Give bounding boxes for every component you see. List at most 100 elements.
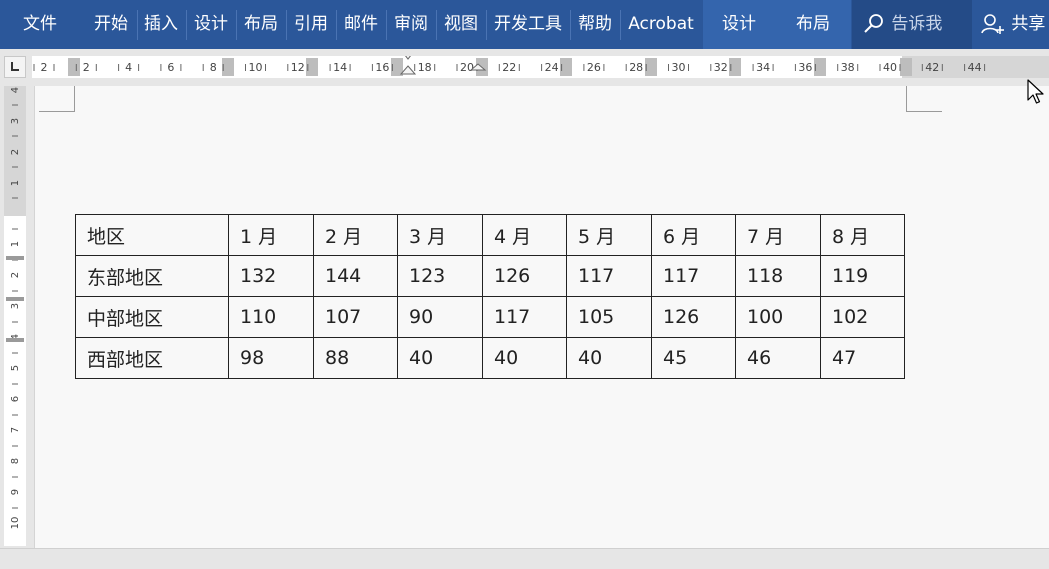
tab-table-design[interactable]: 设计 xyxy=(708,0,770,49)
ruler-number: 42 xyxy=(925,61,939,74)
share-button[interactable]: 共享 xyxy=(980,0,1045,49)
value-cell[interactable]: 117 xyxy=(482,296,567,338)
column-marker xyxy=(900,58,912,76)
ruler-number: 5 xyxy=(10,365,21,371)
region-cell[interactable]: 西部地区 xyxy=(75,337,229,379)
person-add-icon xyxy=(980,14,1006,34)
tell-me-label: 告诉我 xyxy=(891,14,943,34)
ruler-number: 9 xyxy=(10,489,21,495)
tab-insert[interactable]: 插入 xyxy=(139,0,183,49)
ruler-number: 1 xyxy=(10,241,21,247)
tab-divider xyxy=(137,10,138,40)
ruler-number: 44 xyxy=(968,61,982,74)
ruler-number: 4 xyxy=(125,61,132,74)
ruler-number: 30 xyxy=(672,61,686,74)
table-header-cell[interactable]: 6 月 xyxy=(651,214,736,256)
tab-divider xyxy=(236,10,237,40)
ruler-number: 3 xyxy=(10,303,21,309)
value-cell[interactable]: 102 xyxy=(820,296,905,338)
row-marker xyxy=(6,256,24,260)
bottom-scroll-area xyxy=(0,548,1049,569)
ruler-number: 28 xyxy=(629,61,643,74)
tab-table-layout[interactable]: 布局 xyxy=(782,0,844,49)
table-header-cell[interactable]: 5 月 xyxy=(566,214,652,256)
table-header-cell[interactable]: 7 月 xyxy=(735,214,821,256)
ruler-number: 18 xyxy=(418,61,432,74)
value-cell[interactable]: 107 xyxy=(313,296,398,338)
column-marker xyxy=(645,58,657,76)
row-marker xyxy=(6,338,24,342)
value-cell[interactable]: 45 xyxy=(651,337,736,379)
left-tab-icon xyxy=(11,62,19,71)
value-cell[interactable]: 100 xyxy=(735,296,821,338)
value-cell[interactable]: 126 xyxy=(651,296,736,338)
ruler-number: 2 xyxy=(83,61,90,74)
ruler-number: 8 xyxy=(210,61,217,74)
ruler-number: 10 xyxy=(249,61,263,74)
tab-divider xyxy=(286,10,287,40)
tab-developer[interactable]: 开发工具 xyxy=(488,0,568,49)
tab-review[interactable]: 审阅 xyxy=(388,0,434,49)
value-cell[interactable]: 110 xyxy=(228,296,314,338)
ruler-number: 7 xyxy=(10,427,21,433)
tab-divider xyxy=(620,10,621,40)
region-cell[interactable]: 东部地区 xyxy=(75,255,229,297)
value-cell[interactable]: 90 xyxy=(397,296,483,338)
table-row: 中部地区 110 107 90 117 105 126 100 102 xyxy=(75,296,905,338)
value-cell[interactable]: 132 xyxy=(228,255,314,297)
tab-layout[interactable]: 布局 xyxy=(238,0,284,49)
value-cell[interactable]: 123 xyxy=(397,255,483,297)
value-cell[interactable]: 117 xyxy=(651,255,736,297)
value-cell[interactable]: 88 xyxy=(313,337,398,379)
ruler-number: 12 xyxy=(291,61,305,74)
ruler-number: 38 xyxy=(841,61,855,74)
tab-stop-selector[interactable] xyxy=(4,56,26,78)
ruler-number: 32 xyxy=(714,61,728,74)
table-header-cell[interactable]: 1 月 xyxy=(228,214,314,256)
value-cell[interactable]: 105 xyxy=(566,296,652,338)
value-cell[interactable]: 40 xyxy=(482,337,567,379)
horizontal-ruler[interactable]: 2 2 4 6 8 10 12 14 16 18 20 22 24 26 28 30 32 34 36 38 40 42 4… xyxy=(32,56,1049,78)
vertical-ruler[interactable]: 432112345678910 xyxy=(4,86,26,546)
tab-divider xyxy=(336,10,337,40)
ruler-number: 6 xyxy=(10,396,21,402)
share-label: 共享 xyxy=(1011,14,1046,34)
value-cell[interactable]: 144 xyxy=(313,255,398,297)
ruler-number: 34 xyxy=(756,61,770,74)
tell-me-box[interactable]: 告诉我 xyxy=(862,0,942,49)
ruler-number: 8 xyxy=(10,458,21,464)
tab-references[interactable]: 引用 xyxy=(288,0,334,49)
table-header-cell[interactable]: 2 月 xyxy=(313,214,398,256)
value-cell[interactable]: 47 xyxy=(820,337,905,379)
column-marker xyxy=(68,58,80,76)
value-cell[interactable]: 126 xyxy=(482,255,567,297)
table-header-cell[interactable]: 8 月 xyxy=(820,214,905,256)
value-cell[interactable]: 117 xyxy=(566,255,652,297)
tab-file[interactable]: 文件 xyxy=(10,0,70,49)
tab-divider xyxy=(570,10,571,40)
margin-corner-mark xyxy=(906,86,942,112)
tab-acrobat[interactable]: Acrobat xyxy=(622,0,700,49)
data-table[interactable]: 地区 1 月2 月3 月4 月5 月6 月7 月8 月东部地区 132 144 123 1… xyxy=(75,214,905,379)
tab-help[interactable]: 帮助 xyxy=(572,0,618,49)
tab-mailings[interactable]: 邮件 xyxy=(338,0,384,49)
table-header-cell[interactable]: 4 月 xyxy=(482,214,567,256)
region-cell[interactable]: 中部地区 xyxy=(75,296,229,338)
value-cell[interactable]: 46 xyxy=(735,337,821,379)
ruler-number: 2 xyxy=(10,272,21,278)
value-cell[interactable]: 40 xyxy=(566,337,652,379)
tab-design[interactable]: 设计 xyxy=(188,0,234,49)
row-marker xyxy=(6,297,24,301)
ruler-number: 16 xyxy=(375,61,389,74)
value-cell[interactable]: 40 xyxy=(397,337,483,379)
tab-view[interactable]: 视图 xyxy=(438,0,484,49)
table-header-cell[interactable]: 地区 xyxy=(75,214,229,256)
value-cell[interactable]: 119 xyxy=(820,255,905,297)
table-header-cell[interactable]: 3 月 xyxy=(397,214,483,256)
ruler-number: 20 xyxy=(460,61,474,74)
value-cell[interactable]: 98 xyxy=(228,337,314,379)
ruler-number: 24 xyxy=(545,61,559,74)
tab-home[interactable]: 开始 xyxy=(88,0,134,49)
value-cell[interactable]: 118 xyxy=(735,255,821,297)
ruler-number: 1 xyxy=(10,180,21,186)
